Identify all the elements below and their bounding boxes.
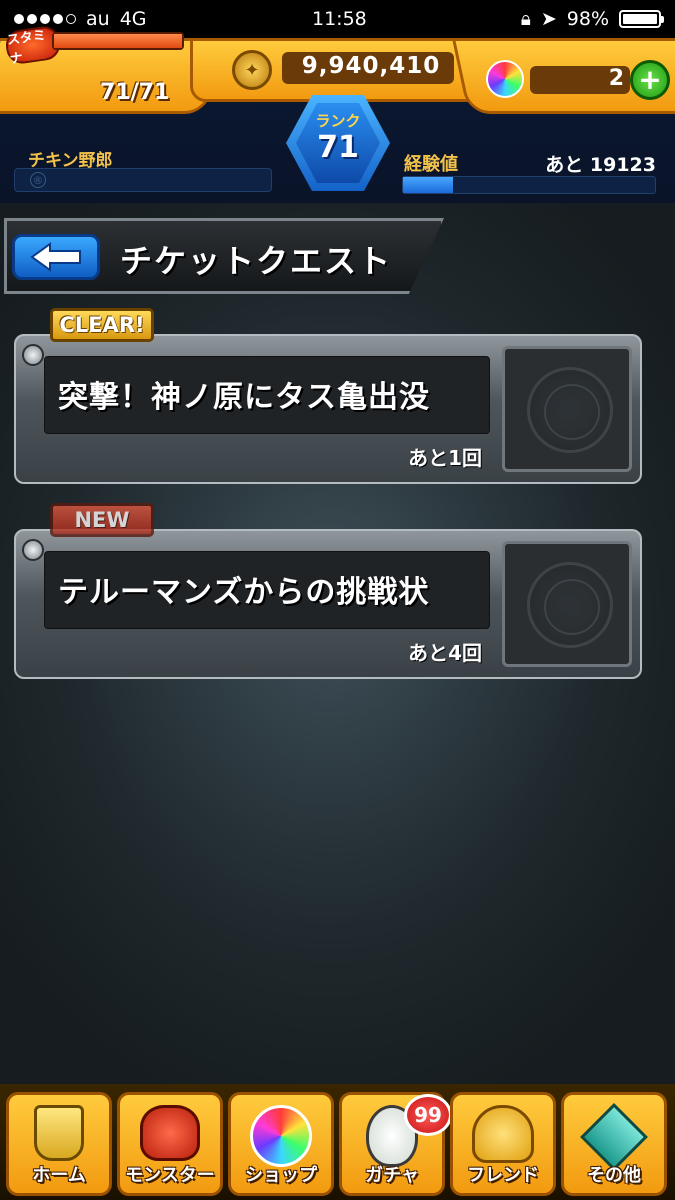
coin-icon: ✦ [232,50,272,90]
nav-shop-button[interactable]: ショップ [228,1092,334,1196]
registered-icon: ® [30,172,46,188]
home-icon [34,1105,84,1161]
nav-home-button[interactable]: ホーム [6,1092,112,1196]
quest-remaining: あと1回 [408,446,482,470]
exp-label: 経験値 [404,154,458,175]
nav-monster-button[interactable]: モンスター [117,1092,223,1196]
carrier-label: au [86,8,110,30]
quest-emblem-box [502,346,632,472]
signal-icon [14,14,76,24]
nav-label: フレンド [467,1165,539,1186]
orb-icon [486,60,524,98]
new-badge: NEW [50,503,154,537]
gem-count: 2 [608,66,624,91]
add-gem-button[interactable]: + [630,60,670,100]
exp-bar [402,176,656,194]
rank-value: 71 [317,130,359,165]
monster-emblem-icon [527,562,613,648]
monster-emblem-icon [527,367,613,453]
quest-title: 突撃！神ノ原にタス亀出没 [58,380,430,415]
stamina-bar [52,32,184,50]
nav-label: ショップ [245,1165,317,1186]
clock: 11:58 [312,8,367,30]
rotation-lock-icon: 🔒︎ [520,8,531,30]
quest-remaining: あと4回 [408,641,482,665]
quest-card[interactable]: 突撃！神ノ原にタス亀出没 あと1回 CLEAR! [14,308,642,484]
quest-emblem-box [502,541,632,667]
nav-label: モンスター [125,1165,215,1186]
clear-badge: CLEAR! [50,308,154,342]
back-button[interactable] [12,234,100,280]
stamina-value: 71/71 [100,80,170,105]
battery-percent: 98% [566,8,609,30]
location-arrow-icon: ➤ [540,8,557,30]
rivet-icon [22,344,44,366]
network-label: 4G [119,8,147,30]
player-bar [14,168,272,192]
quest-card[interactable]: テルーマンズからの挑戦状 あと4回 NEW [14,503,642,679]
back-arrow-icon [30,242,81,272]
monster-icon [140,1105,200,1161]
coin-count: 9,940,410 [301,53,441,79]
friends-icon [472,1105,534,1163]
nav-label: ガチャ [365,1165,419,1186]
nav-friend-button[interactable]: フレンド [450,1092,556,1196]
orb-icon [250,1105,312,1167]
exp-remaining: あと 19123 [545,154,656,176]
gacha-count-badge: 99 [404,1094,452,1136]
battery-icon [619,10,664,28]
nav-other-button[interactable]: その他 [561,1092,667,1196]
nav-label: その他 [587,1165,641,1186]
nav-label: ホーム [32,1165,86,1186]
rivet-icon [22,539,44,561]
quest-title: テルーマンズからの挑戦状 [58,575,430,610]
rank-label: ランク [315,112,361,130]
page-title: チケットクエスト [120,242,393,280]
